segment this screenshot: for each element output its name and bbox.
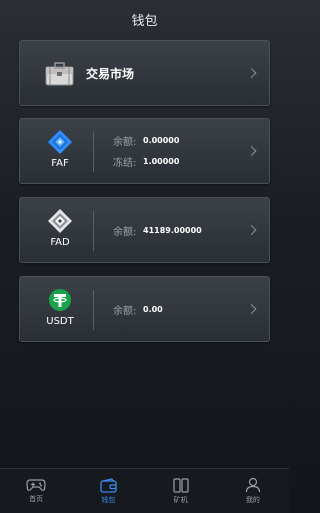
balance-label: 余额: bbox=[113, 226, 137, 238]
bottom-tab-bar: 首页 钱包 矿机 我的 bbox=[0, 468, 289, 513]
coin-logo: FAF bbox=[40, 129, 80, 175]
tab-label: 首页 bbox=[29, 495, 44, 503]
trading-market-label: 交易市场 bbox=[86, 67, 135, 81]
briefcase-icon bbox=[45, 62, 74, 86]
coin-card-usdt[interactable]: USDT 余额: 0.00 bbox=[19, 276, 270, 342]
fad-logo-icon bbox=[48, 209, 72, 233]
balance-value: 0.00 bbox=[143, 304, 163, 314]
coin-name: FAD bbox=[50, 237, 70, 248]
tab-label: 我的 bbox=[245, 496, 260, 504]
divider bbox=[93, 290, 94, 330]
tab-me[interactable]: 我的 bbox=[217, 469, 289, 513]
page-title: 钱包 bbox=[131, 13, 158, 29]
chevron-right-icon bbox=[246, 225, 257, 235]
tab-label: 矿机 bbox=[173, 495, 188, 504]
page-header: 钱包 bbox=[0, 0, 289, 38]
coin-card-fad[interactable]: FAD 余额: 41189.00000 bbox=[19, 197, 270, 263]
coin-name: FAF bbox=[51, 158, 69, 169]
tab-home[interactable]: 首页 bbox=[0, 469, 72, 513]
tab-miner[interactable]: 矿机 bbox=[145, 469, 217, 513]
balance-row: 余额: 0.00000 bbox=[113, 133, 179, 148]
coin-logo: FAD bbox=[40, 208, 80, 254]
balance-row: 余额: 41189.00000 bbox=[113, 223, 202, 238]
chevron-right-icon bbox=[246, 68, 257, 78]
chevron-right-icon bbox=[246, 146, 257, 156]
balance-label: 余额: bbox=[113, 305, 137, 317]
balance-value: 41189.00000 bbox=[143, 225, 202, 235]
tether-logo-icon bbox=[49, 289, 71, 311]
balance-label: 余额: bbox=[113, 137, 137, 148]
divider bbox=[93, 132, 94, 172]
frozen-row: 冻结: 1.00000 bbox=[113, 154, 179, 169]
coin-name: USDT bbox=[46, 316, 74, 327]
faf-logo-icon bbox=[48, 130, 72, 154]
balance-row: 余额: 0.00 bbox=[113, 302, 163, 317]
coin-card-faf[interactable]: FAF 余额: 0.00000 冻结: 1.00000 bbox=[19, 118, 270, 184]
coin-logo: USDT bbox=[40, 287, 80, 333]
frozen-label: 冻结: bbox=[113, 158, 137, 169]
divider bbox=[93, 211, 94, 251]
chevron-right-icon bbox=[246, 304, 257, 314]
wallet-icon bbox=[100, 477, 117, 493]
book-icon bbox=[173, 477, 189, 493]
user-icon bbox=[245, 477, 260, 493]
tab-wallet[interactable]: 钱包 bbox=[72, 469, 144, 513]
tab-label: 钱包 bbox=[101, 495, 116, 504]
gamepad-icon bbox=[26, 479, 46, 491]
trading-market-card[interactable]: 交易市场 bbox=[19, 40, 270, 106]
frozen-value: 1.00000 bbox=[143, 157, 180, 166]
balance-value: 0.00000 bbox=[143, 136, 180, 145]
